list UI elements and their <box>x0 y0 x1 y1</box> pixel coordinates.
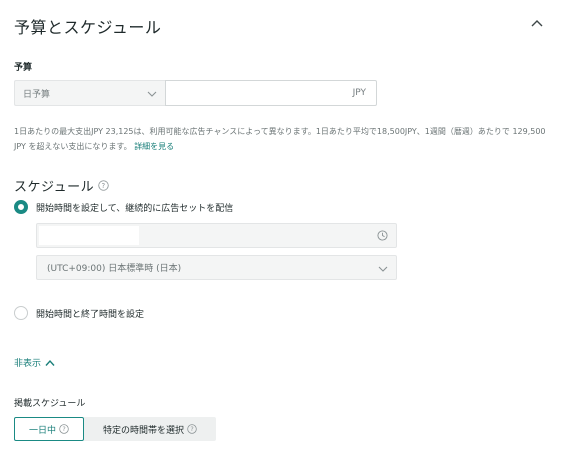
all-day-option[interactable]: 一日中 ? <box>14 417 84 441</box>
radio-button-unselected[interactable] <box>14 306 28 320</box>
schedule-title: スケジュール ? <box>14 176 109 195</box>
radio-start-end[interactable]: 開始時間と終了時間を設定 <box>14 306 144 320</box>
delivery-schedule-segmented: 一日中 ? 特定の時間帯を選択 ? <box>14 417 216 441</box>
budget-type-select[interactable]: 日予算 <box>14 80 165 106</box>
clock-icon <box>377 230 388 241</box>
start-datetime-value <box>39 226 139 245</box>
chevron-down-icon <box>147 91 157 97</box>
budget-note-text: 1日あたりの最大支出JPY 23,125は、利用可能な広告チャンスによって異なり… <box>14 127 546 151</box>
svg-text:?: ? <box>62 426 65 433</box>
help-icon[interactable]: ? <box>98 180 109 191</box>
start-datetime-input[interactable] <box>36 223 397 248</box>
timezone-select[interactable]: (UTC+09:00) 日本標準時 (日本) <box>36 255 397 280</box>
chevron-up-icon[interactable] <box>529 16 545 32</box>
radio-start-end-label: 開始時間と終了時間を設定 <box>36 309 145 320</box>
budget-schedule-header[interactable]: 予算とスケジュール <box>14 14 549 38</box>
budget-amount-input[interactable]: JPY <box>165 80 377 106</box>
schedule-title-text: スケジュール <box>14 180 95 195</box>
chevron-up-icon <box>45 359 55 366</box>
section-title: 予算とスケジュール <box>14 18 162 37</box>
hide-toggle-label: 非表示 <box>14 359 42 369</box>
all-day-label: 一日中 <box>28 425 56 436</box>
specific-times-label: 特定の時間帯を選択 <box>102 425 184 436</box>
svg-text:?: ? <box>102 182 106 190</box>
learn-more-link[interactable]: 詳細を見る <box>134 142 174 151</box>
budget-type-value: 日予算 <box>23 89 51 100</box>
help-icon[interactable]: ? <box>59 424 69 434</box>
help-icon[interactable]: ? <box>187 424 197 434</box>
hide-options-toggle[interactable]: 非表示 <box>14 356 55 369</box>
timezone-value: (UTC+09:00) 日本標準時 (日本) <box>47 264 182 274</box>
budget-row: 日予算 JPY <box>14 80 377 106</box>
budget-label: 予算 <box>14 63 33 73</box>
svg-text:?: ? <box>190 426 193 433</box>
radio-continuous[interactable]: 開始時間を設定して、継続的に広告セットを配信 <box>14 200 233 214</box>
budget-note: 1日あたりの最大支出JPY 23,125は、利用可能な広告チャンスによって異なり… <box>14 124 554 154</box>
specific-times-option[interactable]: 特定の時間帯を選択 ? <box>84 417 216 441</box>
delivery-schedule-label: 掲載スケジュール <box>14 399 86 409</box>
chevron-down-icon <box>378 266 388 272</box>
currency-label: JPY <box>352 88 366 98</box>
radio-button-selected[interactable] <box>14 200 28 214</box>
radio-continuous-label: 開始時間を設定して、継続的に広告セットを配信 <box>36 203 234 214</box>
